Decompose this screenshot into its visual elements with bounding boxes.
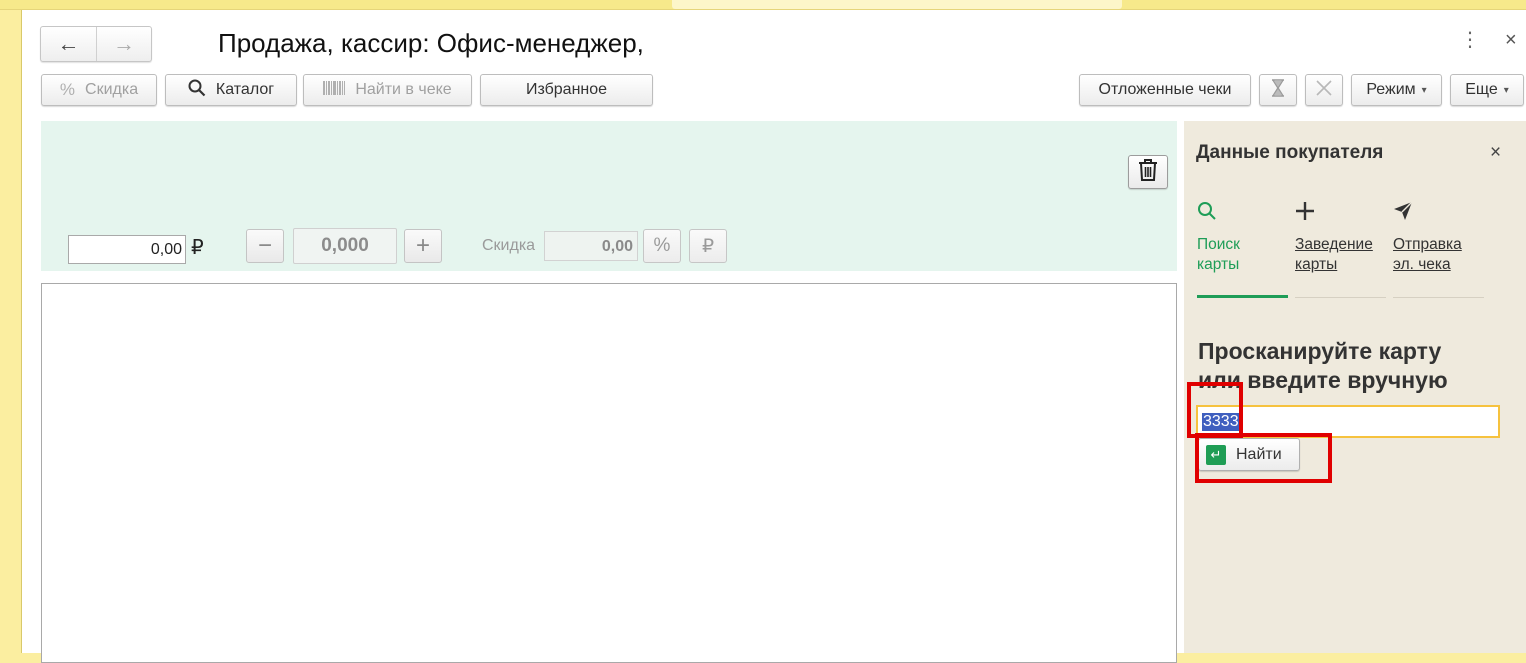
plus-icon — [1295, 201, 1315, 225]
percent-icon: % — [59, 80, 76, 99]
page-title: Продажа, кассир: Офис-менеджер, — [218, 28, 644, 58]
favorites-button[interactable]: Избранное — [480, 74, 653, 106]
browser-top-strip — [0, 0, 1526, 10]
minus-icon: − — [257, 232, 272, 259]
scan-card-prompt: Просканируйте карту или введите вручную — [1198, 338, 1448, 393]
mode-dropdown[interactable]: Режим ▾ — [1351, 74, 1442, 106]
discount-amount-button[interactable]: ₽ — [689, 229, 727, 263]
chevron-down-icon: ▾ — [1503, 84, 1509, 96]
navigation-group: ← → — [40, 26, 152, 62]
discount-button-label: Скидка — [85, 81, 139, 98]
tab-card-creation[interactable]: Заведение карты — [1295, 201, 1386, 298]
barcode-icon — [323, 80, 346, 100]
item-discount-field[interactable]: 0,00 — [544, 231, 638, 261]
more-dropdown[interactable]: Еще ▾ — [1450, 74, 1524, 106]
search-icon — [1197, 201, 1217, 225]
quantity-field[interactable]: 0,000 — [293, 228, 397, 264]
search-icon — [188, 79, 206, 102]
plus-icon: + — [415, 232, 430, 259]
receipt-items-list[interactable] — [41, 283, 1177, 663]
close-window-icon[interactable]: × — [1505, 30, 1517, 50]
tab-card-creation-label: Заведение карты — [1295, 236, 1373, 273]
tab-send-receipt[interactable]: Отправка эл. чека — [1393, 201, 1484, 298]
price-field[interactable]: 0,00 — [68, 235, 186, 264]
more-actions-icon[interactable]: ⋮ — [1460, 30, 1480, 50]
sale-window: ← → Продажа, кассир: Офис-менеджер, ⋮ × … — [22, 10, 1526, 663]
defer-receipt-button[interactable] — [1259, 74, 1297, 106]
delete-item-button[interactable] — [1128, 155, 1168, 189]
left-panel-strip — [0, 10, 22, 653]
close-buyer-panel-icon[interactable]: × — [1490, 142, 1501, 164]
more-dropdown-label: Еще — [1465, 81, 1498, 98]
back-button[interactable]: ← — [41, 27, 96, 61]
tab-divider — [1393, 297, 1484, 298]
currency-symbol: ₽ — [191, 237, 204, 259]
discount-percent-button[interactable]: % — [643, 229, 681, 263]
chevron-down-icon: ▾ — [1421, 84, 1427, 96]
find-in-receipt-button[interactable]: Найти в чеке — [303, 74, 472, 106]
favorites-button-label: Избранное — [525, 81, 608, 98]
cross-icon — [1316, 79, 1332, 101]
tab-send-receipt-label: Отправка эл. чека — [1393, 236, 1462, 273]
tab-card-search[interactable]: Поиск карты — [1197, 201, 1288, 298]
forward-button[interactable]: → — [95, 27, 151, 61]
decrease-quantity-button[interactable]: − — [246, 229, 284, 263]
back-arrow-icon: ← — [57, 31, 80, 56]
catalog-button-label: Каталог — [215, 81, 275, 98]
browser-search-area — [672, 0, 1122, 9]
hourglass-icon — [1271, 78, 1285, 102]
highlight-find-button — [1195, 433, 1332, 483]
tab-divider — [1295, 297, 1386, 298]
item-discount-label: Скидка — [482, 237, 536, 254]
catalog-button[interactable]: Каталог — [165, 74, 297, 106]
find-in-receipt-label: Найти в чеке — [355, 81, 452, 98]
current-item-panel: 0,00 ₽ − 0,000 + Скидка 0,00 % ₽ — [41, 121, 1177, 271]
cancel-receipt-button[interactable] — [1305, 74, 1343, 106]
mode-dropdown-label: Режим — [1366, 81, 1416, 98]
buyer-panel-title: Данные покупателя — [1196, 142, 1384, 163]
ruble-icon: ₽ — [701, 235, 715, 257]
active-tab-indicator — [1197, 295, 1288, 298]
deferred-receipts-label: Отложенные чеки — [1098, 81, 1232, 98]
deferred-receipts-button[interactable]: Отложенные чеки — [1079, 74, 1251, 106]
trash-icon — [1137, 158, 1159, 187]
percent-icon: % — [653, 235, 671, 256]
discount-button[interactable]: % Скидка — [41, 74, 157, 106]
send-icon — [1393, 201, 1413, 225]
tab-card-search-label: Поиск карты — [1197, 236, 1240, 273]
forward-arrow-icon: → — [112, 31, 135, 56]
highlight-card-input — [1187, 382, 1243, 438]
increase-quantity-button[interactable]: + — [404, 229, 442, 263]
